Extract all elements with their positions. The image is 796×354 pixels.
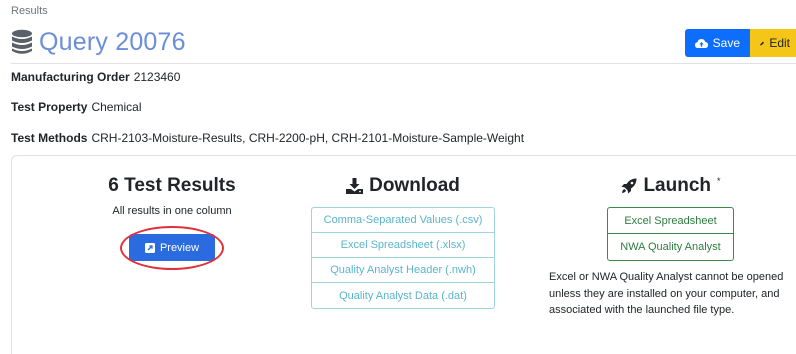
launch-excel-button[interactable]: Excel Spreadsheet xyxy=(608,208,733,234)
page-title: Query 20076 xyxy=(39,27,186,56)
download-csv-button[interactable]: Comma-Separated Values (.csv) xyxy=(312,208,494,233)
download-panel: Download Comma-Separated Values (.csv) E… xyxy=(305,156,501,309)
manufacturing-order-label: Manufacturing Order xyxy=(11,70,130,84)
preview-label: Preview xyxy=(159,241,200,254)
launch-heading: Launch * xyxy=(545,173,796,199)
test-results-title: 6 Test Results xyxy=(108,175,236,196)
header-actions: Save Edit xyxy=(684,29,796,57)
preview-highlight: Preview xyxy=(120,226,224,270)
manufacturing-order-value: 2123460 xyxy=(133,70,181,84)
header-divider xyxy=(11,63,796,64)
test-property-line: Test Property Chemical xyxy=(11,100,141,114)
edit-button[interactable]: Edit xyxy=(750,29,796,57)
download-dat-button[interactable]: Quality Analyst Data (.dat) xyxy=(312,283,494,308)
edit-label: Edit xyxy=(769,36,790,50)
launch-panel: Launch * Excel Spreadsheet NWA Quality An… xyxy=(545,156,796,319)
download-heading: Download xyxy=(305,173,501,199)
results-card: 6 Test Results All results in one column… xyxy=(11,155,796,354)
launch-note: Excel or NWA Quality Analyst cannot be o… xyxy=(549,271,784,316)
save-button[interactable]: Save xyxy=(684,29,750,57)
download-list: Comma-Separated Values (.csv) Excel Spre… xyxy=(311,207,495,309)
test-methods-label: Test Methods xyxy=(11,131,88,145)
test-methods-line: Test Methods CRH-2103-Moisture-Results, C… xyxy=(11,131,524,145)
preview-button[interactable]: Preview xyxy=(129,234,215,261)
download-title: Download xyxy=(369,175,460,196)
cloud-upload-icon xyxy=(694,38,708,48)
download-icon xyxy=(346,178,364,194)
external-link-icon xyxy=(144,242,155,253)
manufacturing-order-line: Manufacturing Order 2123460 xyxy=(11,70,180,84)
page-header: Query 20076 xyxy=(11,26,186,58)
rocket-icon xyxy=(621,178,637,194)
download-nwh-button[interactable]: Quality Analyst Header (.nwh) xyxy=(312,258,494,283)
breadcrumb: Results xyxy=(11,5,48,17)
launch-list: Excel Spreadsheet NWA Quality Analyst xyxy=(607,207,734,261)
save-label: Save xyxy=(712,36,740,50)
launch-footnote-marker: * xyxy=(717,176,721,186)
download-xlsx-button[interactable]: Excel Spreadsheet (.xlsx) xyxy=(312,233,494,258)
test-results-panel: 6 Test Results All results in one column… xyxy=(54,156,290,270)
test-methods-value: CRH-2103-Moisture-Results, CRH-2200-pH, … xyxy=(91,131,525,145)
launch-title: Launch xyxy=(643,175,712,196)
test-property-label: Test Property xyxy=(11,100,88,114)
test-property-value: Chemical xyxy=(91,100,142,114)
pencil-icon xyxy=(760,41,764,45)
database-icon xyxy=(12,29,32,54)
launch-nwa-button[interactable]: NWA Quality Analyst xyxy=(608,234,733,260)
test-results-subtitle: All results in one column xyxy=(112,205,232,217)
